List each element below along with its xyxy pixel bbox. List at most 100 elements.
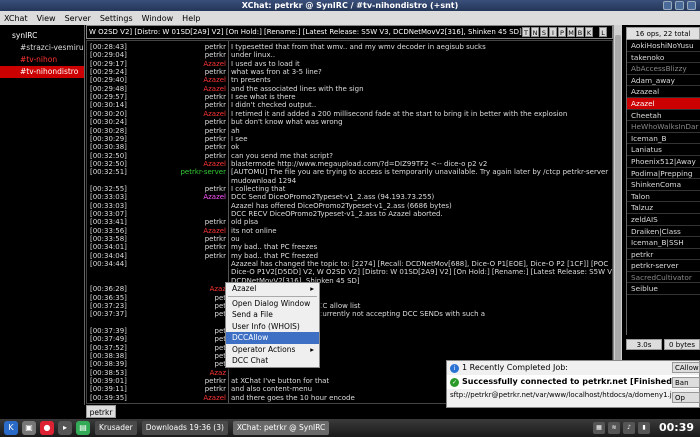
user-list-item[interactable]: Draiken|Class [627, 226, 700, 238]
user-list-item[interactable]: Talzuz [627, 202, 700, 214]
user-list-item[interactable]: Seiblue [627, 283, 700, 296]
user-list-item[interactable]: Azazeal [627, 86, 700, 98]
nickname[interactable]: petrkr-server [180, 168, 226, 176]
kde-menu-icon[interactable]: K [4, 421, 18, 435]
mode-button[interactable]: M [567, 27, 575, 37]
network-icon[interactable]: ≋ [608, 422, 620, 434]
menu-view[interactable]: View [37, 14, 56, 23]
nickname[interactable]: Azaz [210, 285, 226, 293]
nickname[interactable]: petrkr [205, 68, 226, 76]
menu-xchat[interactable]: XChat [4, 14, 28, 23]
nickname[interactable]: petrkr [205, 43, 226, 51]
user-list-item[interactable]: AokiHoshiNoYusu [627, 40, 700, 52]
user-list-item[interactable]: HeWhoWalksInDar [627, 121, 700, 133]
user-list-item[interactable]: zeldAIS [627, 214, 700, 226]
battery-icon[interactable]: ▮ [638, 422, 650, 434]
nickname[interactable]: petrkr [205, 385, 226, 393]
mode-button[interactable]: T [522, 27, 530, 37]
chat-scrollbar[interactable] [613, 25, 622, 405]
user-list-item[interactable]: petrkr [627, 249, 700, 261]
minimize-icon[interactable] [663, 1, 672, 10]
user-list-item[interactable]: ShinkenComa [627, 179, 700, 191]
user-list-item[interactable]: Podima|Prepping [627, 168, 700, 180]
clock[interactable]: 00:39 [659, 421, 694, 434]
chat-log[interactable]: [00:28:43] petrkr I typesetted that from t… [86, 40, 613, 404]
user-list-item[interactable]: petrkr-server [627, 260, 700, 272]
nickname[interactable]: petrkr [205, 127, 226, 135]
nickname[interactable]: petrkr [205, 118, 226, 126]
menu-item[interactable]: Open Dialog Window [226, 298, 319, 310]
popup-header-azazel[interactable]: Azazel ▸ [226, 283, 319, 295]
nickname[interactable]: Azazel [203, 110, 226, 118]
user-list-item[interactable]: Talon [627, 191, 700, 203]
user-list-item[interactable]: Phoenix512|Away [627, 156, 700, 168]
terminal-icon[interactable]: ▸ [58, 421, 72, 435]
user-list-item[interactable]: AbAccessBlizzy [627, 63, 700, 75]
nickname[interactable]: petrkr [205, 135, 226, 143]
file-manager-icon[interactable]: ▣ [22, 421, 36, 435]
channel-tab[interactable]: petrkr [86, 405, 116, 418]
nickname[interactable]: petrkr [205, 152, 226, 160]
flag-icon[interactable]: ▦ [593, 422, 605, 434]
nickname[interactable]: petrkr [205, 243, 226, 251]
user-list-item[interactable]: Azazel [627, 97, 700, 110]
nickname[interactable]: Azaz [210, 369, 226, 377]
menu-item[interactable]: Operator Actions ▸ [226, 344, 319, 356]
maximize-icon[interactable] [675, 1, 684, 10]
menu-item[interactable]: Send a File [226, 309, 319, 321]
user-list-item[interactable]: Adam_away [627, 75, 700, 87]
user-list-item[interactable]: Laniatus [627, 144, 700, 156]
nickname[interactable]: petrkr [205, 377, 226, 385]
tree-item[interactable]: #tv-nihon [0, 54, 84, 66]
user-list-item[interactable]: SacredCultivator [627, 272, 700, 284]
user-list-item[interactable]: takenoko [627, 52, 700, 64]
mode-button[interactable]: L [599, 27, 607, 37]
nickname[interactable]: Azazel [203, 60, 226, 68]
nickname[interactable]: Azazel [203, 160, 226, 168]
volume-icon[interactable]: ♪ [623, 422, 635, 434]
tree-item[interactable]: #strazci-vesmiru [0, 42, 84, 54]
user-list-item[interactable]: Iceman_B|SSH [627, 237, 700, 249]
user-list[interactable]: AokiHoshiNoYusu takenoko AbAccessBlizzy Ada… [626, 40, 700, 335]
menu-help[interactable]: Help [182, 14, 200, 23]
nickname[interactable]: Azazel [203, 76, 226, 84]
menu-window[interactable]: Window [142, 14, 174, 23]
ban-side-button[interactable]: Ban [672, 377, 700, 388]
mode-button[interactable]: N [531, 27, 539, 37]
nickname[interactable]: petrkr [205, 218, 226, 226]
op-side-button[interactable]: Op [672, 392, 700, 403]
menu-item[interactable]: User Info (WHOIS) [226, 321, 319, 333]
mode-button[interactable]: S [540, 27, 548, 37]
nickname[interactable]: Azazel [203, 193, 226, 201]
taskbar-task[interactable]: XChat: petrkr @ SynIRC [232, 421, 330, 435]
taskbar-task[interactable]: Downloads 19:36 (3) [141, 421, 228, 435]
nickname[interactable]: Azazel [203, 85, 226, 93]
nickname[interactable]: Azazel [203, 394, 226, 402]
close-icon[interactable] [687, 1, 696, 10]
mode-button[interactable]: P [558, 27, 566, 37]
user-list-item[interactable]: Cheetah [627, 110, 700, 122]
nickname[interactable]: petrkr [205, 93, 226, 101]
nickname[interactable]: Azazel [203, 227, 226, 235]
menu-item[interactable]: DCC Chat [226, 355, 319, 367]
mode-button[interactable]: I [549, 27, 557, 37]
taskbar-task[interactable]: Krusader [95, 421, 137, 435]
nickname[interactable]: petrkr [205, 101, 226, 109]
desktop-icon[interactable]: ▤ [76, 421, 90, 435]
mode-button[interactable]: B [576, 27, 584, 37]
nickname[interactable]: petrkr [205, 235, 226, 243]
menu-item[interactable]: DCCAllow [226, 332, 319, 344]
browser-icon[interactable]: ● [40, 421, 54, 435]
mode-button[interactable]: K [585, 27, 593, 37]
menu-settings[interactable]: Settings [100, 14, 133, 23]
nickname[interactable]: petrkr [205, 51, 226, 59]
nickname[interactable]: petrkr [205, 252, 226, 260]
nickname[interactable]: petrkr [205, 185, 226, 193]
dccallow-side-button[interactable]: CAllow [672, 362, 700, 373]
scroll-thumb[interactable] [615, 35, 621, 365]
tree-item[interactable]: #tv-nihondistro [0, 66, 84, 78]
nickname[interactable]: petrkr [205, 143, 226, 151]
tree-item[interactable]: synIRC [0, 30, 84, 42]
user-list-item[interactable]: Iceman_B [627, 133, 700, 145]
notification-body[interactable]: ✓ Successfully connected to petrkr.net [… [447, 375, 699, 389]
